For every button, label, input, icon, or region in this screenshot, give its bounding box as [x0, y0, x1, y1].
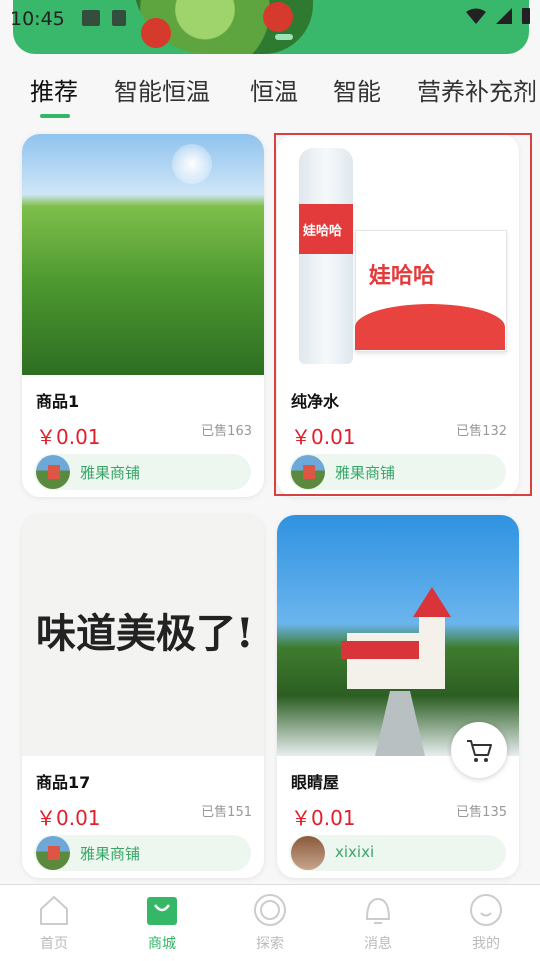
- status-bar: 10:45: [0, 0, 540, 36]
- tab-recommend[interactable]: 推荐: [30, 72, 78, 107]
- product-image-house: [277, 515, 519, 756]
- status-time: 10:45: [10, 8, 65, 30]
- nav-label: 商城: [148, 936, 176, 952]
- battery-icon: [522, 8, 530, 24]
- tab-thermostat[interactable]: 恒温: [250, 72, 298, 107]
- product-card[interactable]: 眼睛屋 ￥0.01 已售135 xixixi: [277, 515, 519, 878]
- signal-icon: [496, 8, 512, 24]
- home-icon: [40, 895, 68, 925]
- product-card[interactable]: 商品1 ￥0.01 已售163 雅果商铺: [22, 134, 264, 497]
- product-sold-count: 已售151: [201, 805, 252, 820]
- cart-icon: [467, 740, 492, 762]
- selection-highlight: [274, 133, 532, 496]
- download-notification-icon: [112, 10, 126, 26]
- wifi-icon: [466, 8, 486, 24]
- product-card[interactable]: 味道美极了! 商品17 ￥0.01 已售151 雅果商铺: [22, 515, 264, 878]
- bell-icon: [365, 897, 391, 924]
- profile-icon: [470, 894, 502, 926]
- product-image-wheat: [22, 134, 264, 375]
- nav-label: 我的: [472, 936, 500, 952]
- shop-avatar: [291, 836, 325, 870]
- shop-name: 雅果商铺: [80, 845, 141, 863]
- nav-label: 探索: [256, 936, 284, 952]
- calligraphy-text: 味道美极了!: [36, 610, 254, 657]
- product-name: 商品1: [36, 392, 80, 411]
- product-price: ￥0.01: [291, 806, 356, 830]
- product-price: ￥0.01: [36, 425, 101, 449]
- product-sold-count: 已售163: [201, 424, 252, 439]
- product-price: ￥0.01: [36, 806, 101, 830]
- shop-name: xixixi: [335, 843, 375, 861]
- active-tab-indicator: [40, 114, 70, 118]
- nav-explore[interactable]: 探索: [230, 893, 310, 953]
- tab-smart[interactable]: 智能: [333, 72, 381, 107]
- nav-profile[interactable]: 我的: [446, 893, 526, 953]
- nav-label: 首页: [40, 936, 68, 952]
- nav-label: 消息: [364, 936, 392, 952]
- bottom-nav: 首页 商城 探索 消息 我的: [0, 884, 540, 961]
- tab-smart-thermostat[interactable]: 智能恒温: [114, 72, 210, 107]
- nav-messages[interactable]: 消息: [338, 893, 418, 953]
- shop-avatar: [36, 455, 70, 489]
- product-name: 商品17: [36, 773, 91, 792]
- nav-home[interactable]: 首页: [14, 893, 94, 953]
- explore-icon: [254, 894, 286, 926]
- tab-supplements[interactable]: 营养补充剂: [417, 72, 537, 107]
- category-tabs: 推荐 智能恒温 恒温 智能 营养补充剂: [0, 66, 540, 120]
- product-image-calligraphy: 味道美极了!: [22, 515, 264, 756]
- cart-button[interactable]: [451, 722, 507, 778]
- shop-avatar: [36, 836, 70, 870]
- gallery-notification-icon: [82, 10, 100, 26]
- shop-tag[interactable]: 雅果商铺: [34, 835, 251, 871]
- product-sold-count: 已售135: [456, 805, 507, 820]
- shop-tag[interactable]: 雅果商铺: [34, 454, 251, 490]
- shopping-bag-icon: [147, 897, 177, 925]
- nav-mall[interactable]: 商城: [122, 893, 202, 953]
- shop-name: 雅果商铺: [80, 464, 141, 482]
- shop-tag[interactable]: xixixi: [289, 835, 506, 871]
- product-name: 眼睛屋: [291, 773, 340, 792]
